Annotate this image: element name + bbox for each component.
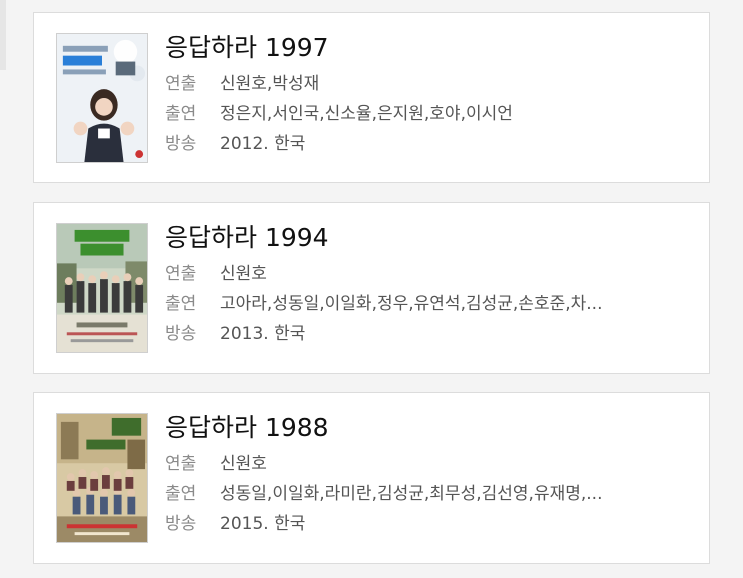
drama-card-1997[interactable]: 응답하라 1997 연출 신원호,박성재 출연 정은지,서인국,신소율,은지원,… xyxy=(33,12,710,183)
cast-value: 고아라,성동일,이일화,정우,유연석,김성균,손호준,차... xyxy=(220,294,603,314)
director-row: 연출 신원호 xyxy=(165,449,699,479)
director-value: 신원호,박성재 xyxy=(220,74,320,94)
director-label: 연출 xyxy=(165,454,197,474)
broadcast-row: 방송 2013. 한국 xyxy=(165,319,699,349)
cast-label: 출연 xyxy=(165,484,197,504)
cast-row: 출연 고아라,성동일,이일화,정우,유연석,김성균,손호준,차... xyxy=(165,289,699,319)
director-label: 연출 xyxy=(165,74,197,94)
drama-title[interactable]: 응답하라 1988 xyxy=(165,411,699,445)
director-label: 연출 xyxy=(165,264,197,284)
cast-label: 출연 xyxy=(165,104,197,124)
broadcast-value: 2012. 한국 xyxy=(220,134,306,154)
left-edge-strip xyxy=(0,0,6,70)
broadcast-value: 2013. 한국 xyxy=(220,324,306,344)
cast-label: 출연 xyxy=(165,294,197,314)
poster-image[interactable] xyxy=(56,413,148,543)
drama-title[interactable]: 응답하라 1997 xyxy=(165,31,699,65)
broadcast-label: 방송 xyxy=(165,134,197,154)
director-row: 연출 신원호 xyxy=(165,259,699,289)
broadcast-label: 방송 xyxy=(165,324,197,344)
cast-value: 정은지,서인국,신소율,은지원,호야,이시언 xyxy=(220,104,513,124)
drama-card-1988[interactable]: 응답하라 1988 연출 신원호 출연 성동일,이일화,라미란,김성균,최무성,… xyxy=(33,392,710,564)
poster-image[interactable] xyxy=(56,223,148,353)
broadcast-row: 방송 2012. 한국 xyxy=(165,129,699,159)
cast-value: 성동일,이일화,라미란,김성균,최무성,김선영,유재명,... xyxy=(220,484,603,504)
director-value: 신원호 xyxy=(220,264,267,284)
director-row: 연출 신원호,박성재 xyxy=(165,69,699,99)
drama-card-1994[interactable]: 응답하라 1994 연출 신원호 출연 고아라,성동일,이일화,정우,유연석,김… xyxy=(33,202,710,374)
cast-row: 출연 정은지,서인국,신소율,은지원,호야,이시언 xyxy=(165,99,699,129)
broadcast-row: 방송 2015. 한국 xyxy=(165,509,699,539)
drama-title[interactable]: 응답하라 1994 xyxy=(165,221,699,255)
cast-row: 출연 성동일,이일화,라미란,김성균,최무성,김선영,유재명,... xyxy=(165,479,699,509)
broadcast-label: 방송 xyxy=(165,514,197,534)
poster-image[interactable] xyxy=(56,33,148,163)
broadcast-value: 2015. 한국 xyxy=(220,514,306,534)
director-value: 신원호 xyxy=(220,454,267,474)
